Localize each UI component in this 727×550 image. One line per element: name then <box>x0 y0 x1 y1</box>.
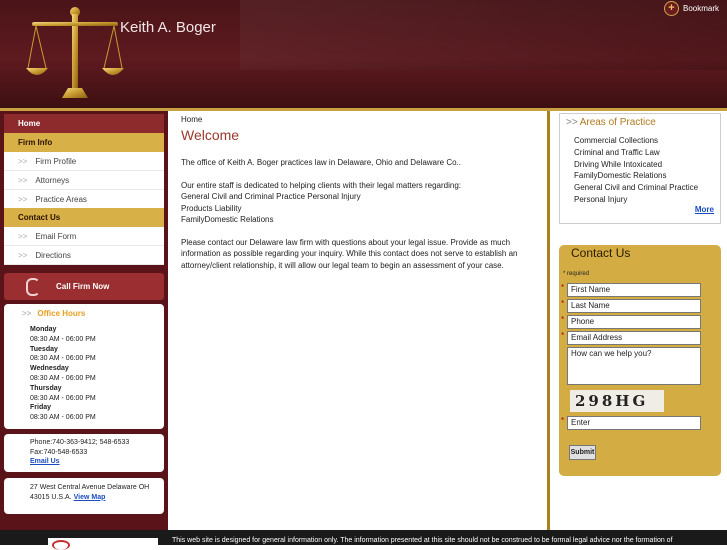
main-content: Home Welcome The office of Keith A. Boge… <box>168 111 550 530</box>
page-title: Welcome <box>181 127 240 143</box>
double-chevron-icon: >> <box>18 195 28 204</box>
email-us-link[interactable]: Email Us <box>30 458 60 465</box>
nav-attorneys-label: Attorneys <box>35 176 70 185</box>
submit-button[interactable]: Submit <box>569 445 596 460</box>
captcha-input[interactable]: Enter <box>567 416 701 430</box>
area-item[interactable]: Driving While Intoxicated <box>574 159 698 171</box>
office-hours-title-text: Office Hours <box>37 309 86 318</box>
area-item[interactable]: Commercial Collections <box>574 135 698 147</box>
nav-contact-us[interactable]: Contact Us <box>4 208 164 227</box>
nav-email-form-label: Email Form <box>35 232 77 241</box>
phone-text: Phone:740-363-9412; 548-6533 <box>30 439 130 446</box>
site-header: Keith A. Boger + Bookmark <box>0 0 727 108</box>
hours-day: Tuesday <box>30 345 58 353</box>
plus-icon: + <box>664 0 679 16</box>
footer-disclaimer: This web site is designed for general in… <box>172 537 673 544</box>
nav-practice-areas[interactable]: >> Practice Areas <box>4 190 164 209</box>
areas-of-practice-box: >> Areas of Practice Commercial Collectio… <box>559 113 721 224</box>
view-map-link[interactable]: View Map <box>74 494 106 501</box>
header-swoosh <box>240 0 727 70</box>
hours-time: 08:30 AM - 06:00 PM <box>30 355 96 363</box>
address-line2-wrap: 43015 U.S.A. View Map <box>30 493 164 503</box>
hours-day: Thursday <box>30 384 62 392</box>
area-item[interactable]: Criminal and Traffic Law <box>574 147 698 159</box>
nav-directions[interactable]: >> Directions <box>4 246 164 265</box>
nav-firm-profile[interactable]: >> Firm Profile <box>4 152 164 171</box>
hours-time: 08:30 AM - 06:00 PM <box>30 394 96 402</box>
hours-day: Friday <box>30 404 52 412</box>
office-hours-card: >> Office Hours Monday 08:30 AM - 06:00 P… <box>4 304 164 429</box>
contact-info-card: Phone:740-363-9412; 548-6533 Fax:740-548… <box>4 434 164 472</box>
call-firm-button[interactable]: Call Firm Now <box>4 273 164 300</box>
site-footer: This web site is designed for general in… <box>0 530 727 550</box>
address-card: 27 West Central Avenue Delaware OH 43015… <box>4 478 164 514</box>
areas-title-text: Areas of Practice <box>579 117 656 128</box>
last-name-field[interactable]: Last Name <box>567 299 701 313</box>
first-name-field[interactable]: First Name <box>567 283 701 297</box>
footer-logo <box>48 538 158 550</box>
bookmark-label: Bookmark <box>683 3 720 13</box>
phone-field[interactable]: Phone <box>567 315 701 329</box>
site-title: Keith A. Boger <box>120 19 216 36</box>
logo-mark-icon <box>52 540 70 550</box>
email-field[interactable]: Email Address <box>567 331 701 345</box>
contact-form-title: Contact Us <box>571 246 631 260</box>
office-hours-title: >> Office Hours <box>22 309 85 318</box>
right-sidebar: >> Areas of Practice Commercial Collectio… <box>553 111 727 530</box>
service-item: General Civil and Criminal Practice Pers… <box>181 192 361 202</box>
area-item[interactable]: Personal Injury <box>574 194 698 206</box>
areas-list: Commercial Collections Criminal and Traf… <box>574 135 698 206</box>
service-item: FamilyDomestic Relations <box>181 215 274 225</box>
nav-firm-profile-label: Firm Profile <box>35 157 77 166</box>
captcha-image: 298HG <box>570 390 664 412</box>
required-note: * required <box>563 271 590 277</box>
hours-time: 08:30 AM - 06:00 PM <box>30 335 96 343</box>
scales-of-justice-icon <box>26 7 124 98</box>
intro-paragraph: The office of Keith A. Boger practices l… <box>181 158 461 167</box>
required-star: * <box>561 283 565 292</box>
address-line2: 43015 U.S.A. <box>30 493 72 501</box>
hours-day: Monday <box>30 326 57 333</box>
fax-text: Fax:740-548-6533 <box>30 448 88 456</box>
services-intro: Our entire staff is dedicated to helping… <box>181 180 461 190</box>
phone-icon <box>26 278 40 296</box>
contact-form: Contact Us * required * First Name * Las… <box>559 245 721 476</box>
page-body: The office of Keith A. Boger practices l… <box>181 157 541 282</box>
call-firm-label: Call Firm Now <box>56 282 110 291</box>
bookmark-button[interactable]: + Bookmark <box>664 0 719 16</box>
required-star: * <box>561 315 565 324</box>
office-hours-list: Monday 08:30 AM - 06:00 PM Tuesday 08:30… <box>30 325 96 423</box>
required-star: * <box>561 299 565 308</box>
required-star: * <box>561 416 565 425</box>
nav-home[interactable]: Home <box>4 114 164 133</box>
service-item: Products Liability <box>181 203 242 213</box>
message-textarea[interactable]: How can we help you? <box>567 347 701 385</box>
double-chevron-icon: >> <box>18 176 28 185</box>
more-link[interactable]: More <box>695 205 714 214</box>
breadcrumb[interactable]: Home <box>181 115 202 124</box>
address-line1: 27 West Central Avenue Delaware OH <box>30 484 150 491</box>
areas-title: >> Areas of Practice <box>566 117 656 128</box>
nav-email-form[interactable]: >> Email Form <box>4 227 164 246</box>
hours-day: Wednesday <box>30 365 69 373</box>
double-chevron-icon: >> <box>18 157 28 166</box>
nav-firm-info[interactable]: Firm Info <box>4 133 164 152</box>
double-chevron-icon: >> <box>18 251 28 260</box>
hours-time: 08:30 AM - 06:00 PM <box>30 374 96 382</box>
left-sidebar: Home Firm Info >> Firm Profile >> Attorney… <box>0 111 168 530</box>
hours-time: 08:30 AM - 06:00 PM <box>30 414 96 422</box>
double-chevron-icon: >> <box>566 117 578 128</box>
double-chevron-icon: >> <box>22 309 32 318</box>
area-item[interactable]: FamilyDomestic Relations <box>574 170 698 182</box>
required-star: * <box>561 331 565 340</box>
nav-attorneys[interactable]: >> Attorneys <box>4 171 164 190</box>
area-item[interactable]: General Civil and Criminal Practice <box>574 182 698 194</box>
double-chevron-icon: >> <box>18 232 28 241</box>
nav-directions-label: Directions <box>35 251 71 260</box>
contact-paragraph: Please contact our Delaware law firm wit… <box>181 237 518 270</box>
nav-practice-areas-label: Practice Areas <box>35 195 87 204</box>
